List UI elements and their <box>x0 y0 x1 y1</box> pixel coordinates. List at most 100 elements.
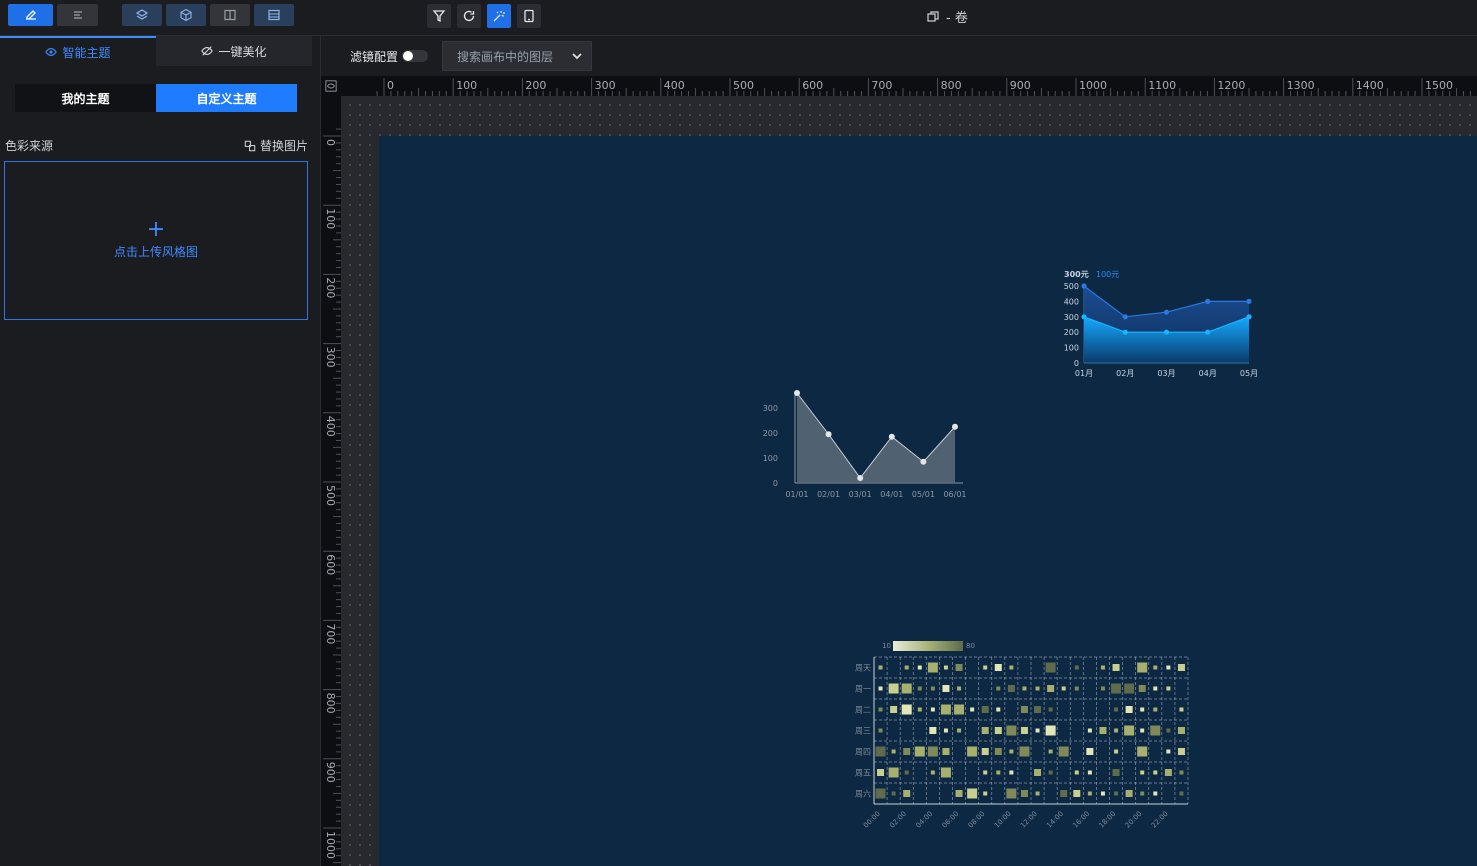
right-panel-button[interactable] <box>210 4 250 26</box>
heatmap-cell[interactable] <box>1009 665 1014 670</box>
heatmap-cell[interactable] <box>996 707 1001 712</box>
heatmap-cell[interactable] <box>891 749 896 754</box>
heatmap-cell[interactable] <box>1111 683 1122 694</box>
heatmap-cell[interactable] <box>1048 749 1053 754</box>
heatmap-cell[interactable] <box>917 665 922 670</box>
heatmap-cell[interactable] <box>877 769 885 776</box>
heatmap-cell[interactable] <box>930 686 935 691</box>
heatmap-cell[interactable] <box>1114 728 1119 733</box>
heatmap-cell[interactable] <box>1048 707 1053 712</box>
heatmap-visual-map-bar[interactable] <box>893 641 963 651</box>
flow-mode-button[interactable] <box>57 4 98 26</box>
chart1-point[interactable] <box>952 423 958 430</box>
heatmap-cell[interactable] <box>1166 728 1171 733</box>
heatmap-cell[interactable] <box>1100 791 1105 796</box>
chart2-point[interactable] <box>1081 314 1087 320</box>
heatmap-cell[interactable] <box>878 665 883 670</box>
heatmap-cell[interactable] <box>1047 685 1055 692</box>
upload-style-image-area[interactable]: + 点击上传风格图 <box>4 161 308 320</box>
heatmap-cell[interactable] <box>1153 686 1158 691</box>
heatmap-cell[interactable] <box>917 707 922 712</box>
heatmap-cell[interactable] <box>1060 790 1068 797</box>
edit-mode-button[interactable] <box>8 4 53 26</box>
heatmap-cell[interactable] <box>1140 728 1145 733</box>
heatmap-cell[interactable] <box>1020 790 1028 797</box>
heatmap-cell[interactable] <box>957 686 962 691</box>
heatmap-cell[interactable] <box>943 665 948 670</box>
heatmap-cell[interactable] <box>994 727 1002 734</box>
heatmap-cell[interactable] <box>1099 727 1107 734</box>
heatmap-cell[interactable] <box>1087 770 1092 775</box>
heatmap-cell[interactable] <box>1153 770 1158 775</box>
heatmap-cell[interactable] <box>1153 791 1158 796</box>
heatmap-chart[interactable]: 10 80 周天周一周二周三周四周五周六 00:00 02:00 04:00 06:00 08… <box>848 636 1198 836</box>
heatmap-cell[interactable] <box>1177 664 1185 671</box>
heatmap-cell[interactable] <box>1058 746 1069 757</box>
heatmap-cell[interactable] <box>940 767 951 778</box>
chart2-point[interactable] <box>1246 298 1252 304</box>
heatmap-cell[interactable] <box>1061 686 1066 691</box>
chart1-point[interactable] <box>888 433 895 440</box>
heatmap-cell[interactable] <box>1179 791 1184 796</box>
heatmap-cell[interactable] <box>1006 788 1017 799</box>
heatmap-cell[interactable] <box>1177 748 1185 755</box>
heatmap-cell[interactable] <box>1045 725 1056 736</box>
heatmap-cell[interactable] <box>942 685 950 692</box>
heatmap-cell[interactable] <box>1124 683 1135 694</box>
heatmap-cell[interactable] <box>996 686 1001 691</box>
heatmap-cell[interactable] <box>1022 686 1027 691</box>
heatmap-cell[interactable] <box>981 748 989 755</box>
tab-smart-theme[interactable]: 智能主题 <box>0 36 156 66</box>
layer-panel-button[interactable] <box>122 4 162 26</box>
heatmap-cell[interactable] <box>891 791 896 796</box>
chart2-point[interactable] <box>1081 283 1087 289</box>
heatmap-cell[interactable] <box>878 728 883 733</box>
heatmap-cell[interactable] <box>930 770 935 775</box>
component-panel-button[interactable] <box>166 4 206 26</box>
heatmap-cell[interactable] <box>1020 706 1028 713</box>
heatmap-cell[interactable] <box>1019 746 1030 757</box>
heatmap-cell[interactable] <box>954 704 965 715</box>
heatmap-cell[interactable] <box>983 791 988 796</box>
heatmap-cell[interactable] <box>981 727 989 734</box>
heatmap-cell[interactable] <box>1086 748 1094 755</box>
heatmap-cell[interactable] <box>1074 770 1079 775</box>
chart1-point[interactable] <box>794 390 800 396</box>
chart2-point[interactable] <box>1122 314 1128 320</box>
heatmap-cell[interactable] <box>901 683 912 694</box>
heatmap-cell[interactable] <box>917 686 922 691</box>
heatmap-cell[interactable] <box>875 788 886 799</box>
layer-search-select[interactable]: 搜索画布中的图层 <box>442 41 592 71</box>
replace-image-button[interactable]: 替换图片 <box>244 137 308 154</box>
heatmap-cell[interactable] <box>1009 749 1014 754</box>
refresh-tool-button[interactable] <box>457 4 481 28</box>
heatmap-cell[interactable] <box>1114 791 1119 796</box>
heatmap-cell[interactable] <box>903 748 911 755</box>
heatmap-cell[interactable] <box>1138 685 1146 692</box>
heatmap-cell[interactable] <box>1006 725 1017 736</box>
heatmap-cell[interactable] <box>970 707 975 712</box>
heatmap-cell[interactable] <box>1124 725 1135 736</box>
heatmap-cell[interactable] <box>878 686 883 691</box>
heatmap-cell[interactable] <box>955 790 963 797</box>
heatmap-cell[interactable] <box>994 664 1002 671</box>
heatmap-cell[interactable] <box>1114 707 1119 712</box>
chart2-point[interactable] <box>1246 314 1252 320</box>
heatmap-cell[interactable] <box>1045 662 1056 673</box>
heatmap-cell[interactable] <box>1166 665 1171 670</box>
chart1-point[interactable] <box>920 458 927 465</box>
custom-theme-tab[interactable]: 自定义主题 <box>156 84 297 112</box>
heatmap-cell[interactable] <box>996 770 1001 775</box>
heatmap-cell[interactable] <box>1137 662 1148 673</box>
heatmap-cell[interactable] <box>1125 790 1133 797</box>
heatmap-cell[interactable] <box>1140 707 1145 712</box>
heatmap-cell[interactable] <box>1114 749 1119 754</box>
chart2-point[interactable] <box>1163 309 1170 315</box>
heatmap-cell[interactable] <box>904 665 909 670</box>
toolbox-panel-button[interactable] <box>254 4 294 26</box>
heatmap-cell[interactable] <box>1009 770 1014 775</box>
heatmap-cell[interactable] <box>983 665 988 670</box>
heatmap-cell[interactable] <box>888 767 899 778</box>
heatmap-cell[interactable] <box>981 706 989 713</box>
heatmap-cell[interactable] <box>904 770 909 775</box>
